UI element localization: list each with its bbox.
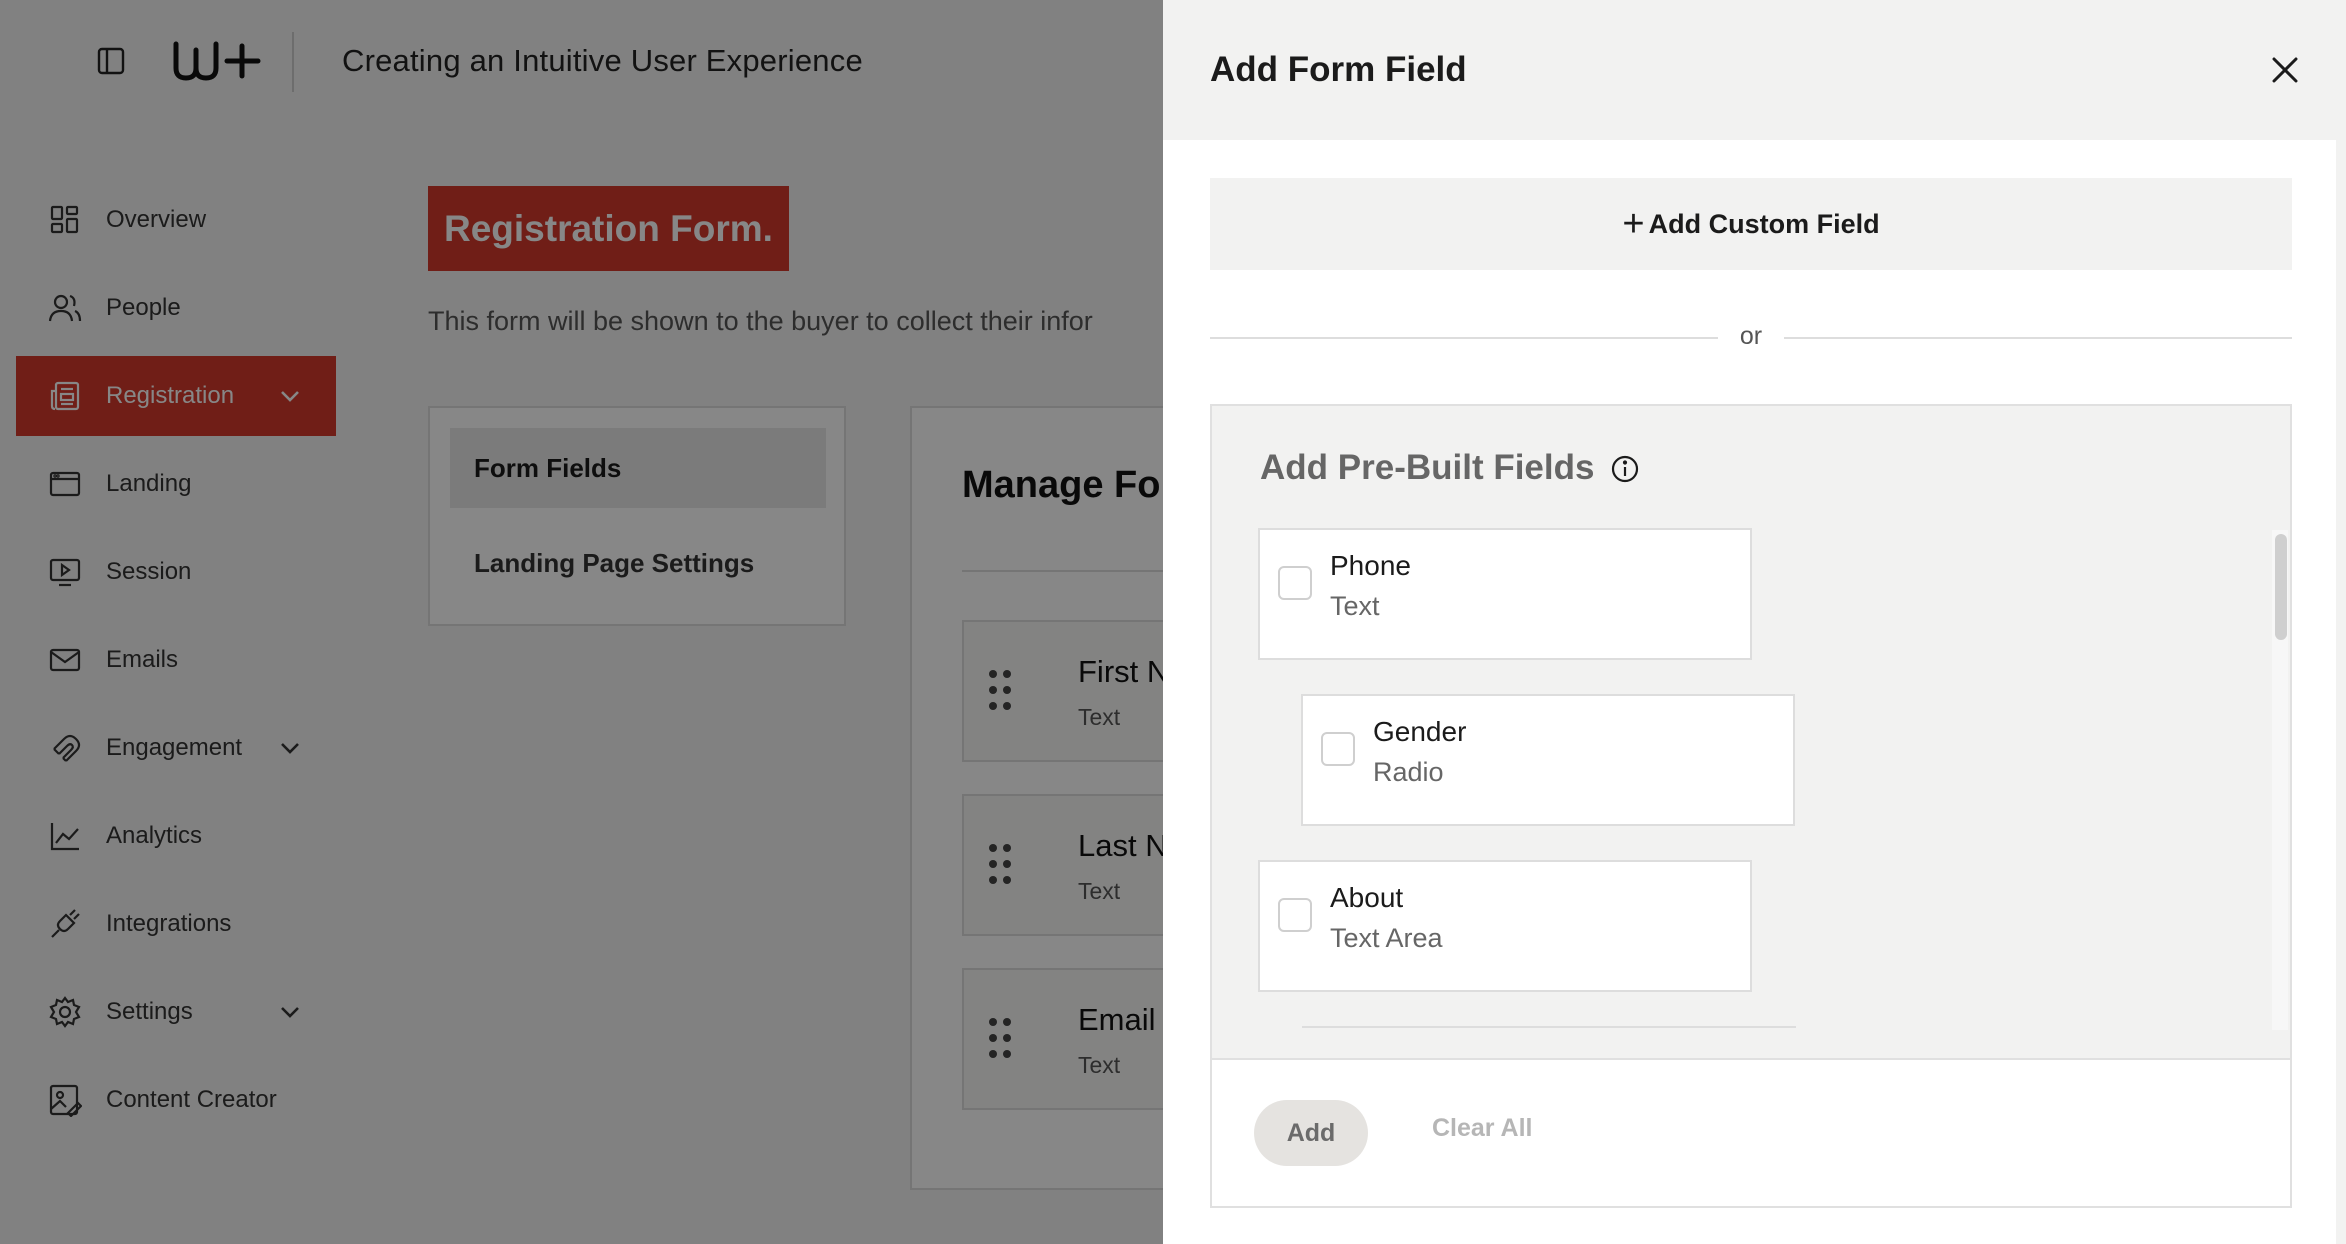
prebuilt-field-name: Phone (1330, 550, 1411, 581)
close-icon[interactable] (2269, 54, 2301, 86)
divider (1784, 337, 2292, 339)
prebuilt-field-type: Text Area (1330, 923, 1443, 953)
prebuilt-fields-section: Add Pre-Built Fields Phone Text Gender R… (1210, 404, 2292, 1208)
prebuilt-title-text: Add Pre-Built Fields (1260, 448, 1595, 487)
prebuilt-field-about[interactable]: About Text Area (1258, 860, 1752, 992)
prebuilt-field-gender[interactable]: Gender Radio (1301, 694, 1795, 826)
add-button[interactable]: Add (1254, 1100, 1368, 1166)
plus-icon: + (1622, 203, 1645, 245)
clear-all-button[interactable]: Clear All (1432, 1114, 1533, 1143)
prebuilt-field-phone[interactable]: Phone Text (1258, 528, 1752, 660)
prebuilt-fields-footer: Add Clear All (1212, 1058, 2290, 1206)
or-separator: or (1210, 320, 2292, 356)
panel-header: Add Form Field (1163, 0, 2346, 140)
checkbox[interactable] (1278, 566, 1312, 600)
list-item-edge (1302, 1026, 1796, 1028)
panel-title: Add Form Field (1210, 50, 1467, 89)
prebuilt-field-name: About (1330, 882, 1404, 913)
add-custom-field-button[interactable]: + Add Custom Field (1210, 178, 2292, 270)
prebuilt-fields-title: Add Pre-Built Fields (1260, 448, 1640, 488)
add-custom-field-label: Add Custom Field (1648, 208, 1880, 239)
panel-edge (2336, 140, 2346, 1244)
prebuilt-field-name: Gender (1373, 716, 1467, 747)
checkbox[interactable] (1278, 898, 1312, 932)
modal-backdrop[interactable] (0, 0, 1163, 1244)
add-form-field-panel: Add Form Field + Add Custom Field or Add… (1163, 0, 2346, 1244)
info-icon[interactable] (1610, 453, 1640, 483)
checkbox[interactable] (1321, 732, 1355, 766)
prebuilt-field-type: Text (1330, 591, 1380, 621)
scrollbar-thumb[interactable] (2275, 534, 2287, 640)
prebuilt-field-type: Radio (1373, 757, 1444, 787)
